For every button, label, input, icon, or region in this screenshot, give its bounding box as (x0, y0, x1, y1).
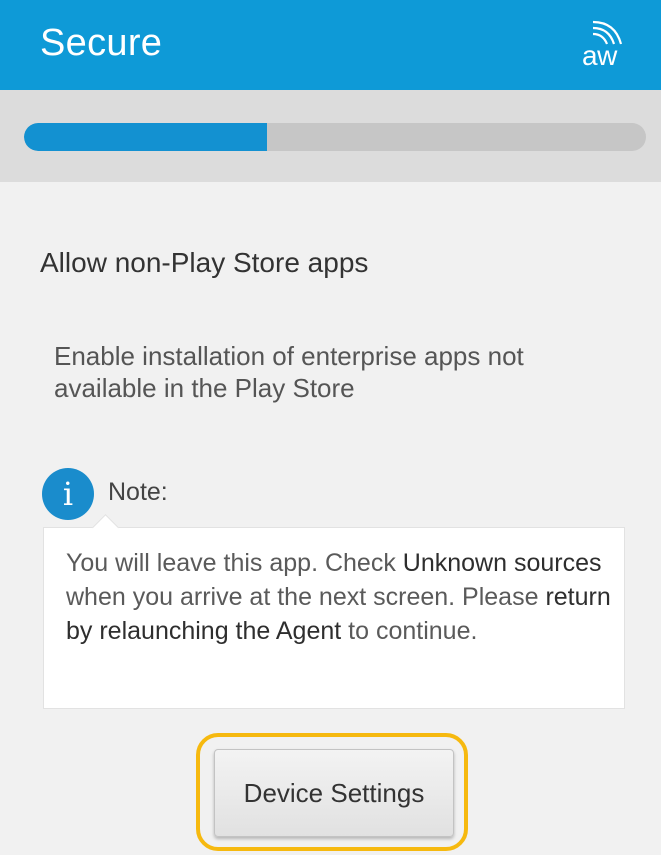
progress-area (0, 90, 661, 182)
progress-bar (24, 123, 646, 151)
note-card: You will leave this app. Check Unknown s… (43, 527, 625, 709)
app-header: Secure aw (0, 0, 661, 90)
device-settings-button[interactable]: Device Settings (214, 749, 454, 837)
airwatch-logo: aw (581, 16, 629, 74)
note-text: You will leave this app. Check Unknown s… (66, 546, 614, 648)
note-text-emphasis: Unknown sources (402, 549, 602, 577)
section-description: Enable installation of enterprise apps n… (54, 341, 524, 403)
note-text-part: to continue. (341, 617, 478, 645)
info-icon: i (42, 468, 94, 520)
note-text-part: when you arrive at the next screen. Plea… (66, 583, 546, 611)
setup-screen: Secure aw Allow non-Play Store apps Enab… (0, 0, 661, 855)
progress-fill (24, 123, 267, 151)
header-title: Secure (40, 22, 163, 64)
section-title: Allow non-Play Store apps (40, 247, 369, 278)
logo-text: aw (582, 40, 617, 71)
note-text-part: You will leave this app. Check (66, 549, 403, 577)
note-label: Note: (108, 478, 168, 506)
